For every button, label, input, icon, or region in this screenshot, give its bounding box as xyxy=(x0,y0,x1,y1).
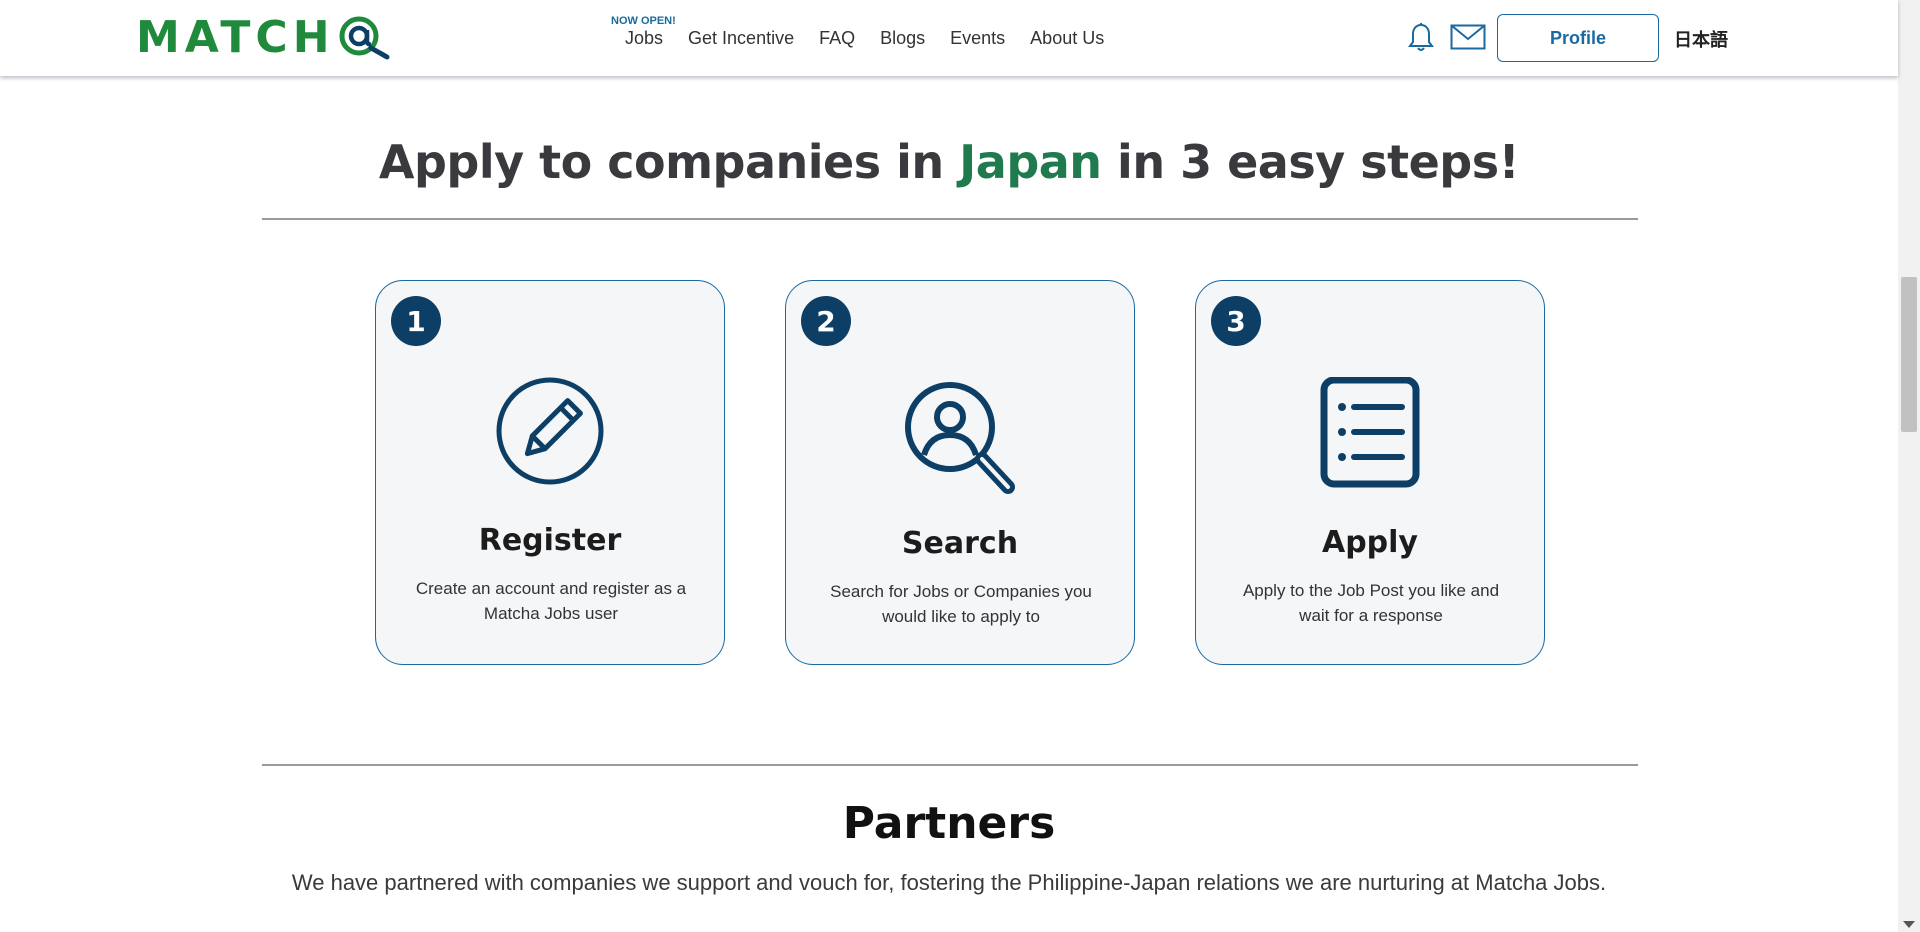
matcha-logo[interactable]: MATCH xyxy=(136,11,391,63)
nav-item-jobs[interactable]: NOW OPEN! Jobs xyxy=(611,15,676,49)
nav-item-get-incentive[interactable]: Get Incentive xyxy=(688,28,794,49)
nav-item-events[interactable]: Events xyxy=(950,28,1005,49)
section-divider xyxy=(262,764,1638,766)
step-description: Create an account and register as a Matc… xyxy=(415,579,687,623)
steps-title-before: Apply to companies in xyxy=(378,135,960,189)
step-title: Register xyxy=(478,523,622,558)
person-search-icon xyxy=(905,382,1015,494)
pencil-circle-icon xyxy=(496,377,604,485)
nav-item-faq[interactable]: FAQ xyxy=(819,28,855,49)
step-card-apply: 3 Apply Apply to the Job Post you like a… xyxy=(1195,280,1545,665)
step-title: Search xyxy=(901,526,1019,561)
page-scrollbar[interactable] xyxy=(1898,0,1920,932)
step-description: Search for Jobs or Companies you would l… xyxy=(830,582,1092,626)
steps-title: Apply to companies in Japan in 3 easy st… xyxy=(0,135,1898,189)
now-open-badge: NOW OPEN! xyxy=(611,14,676,27)
bell-icon[interactable] xyxy=(1408,22,1434,52)
step-number-badge: 2 xyxy=(801,296,851,346)
step-title: Apply xyxy=(1321,525,1418,560)
steps-title-highlight: Japan xyxy=(959,135,1102,189)
step-number-badge: 3 xyxy=(1211,296,1261,346)
nav-item-label: Jobs xyxy=(625,27,664,48)
nav-item-about-us[interactable]: About Us xyxy=(1030,28,1104,49)
section-divider xyxy=(262,218,1638,220)
header-icons xyxy=(1408,22,1486,52)
mail-icon[interactable] xyxy=(1450,24,1486,50)
step-number-badge: 1 xyxy=(391,296,441,346)
scroll-down-arrow-icon[interactable] xyxy=(1903,921,1915,928)
scrollbar-thumb[interactable] xyxy=(1901,277,1917,432)
nav-item-blogs[interactable]: Blogs xyxy=(880,28,925,49)
main-nav: NOW OPEN! Jobs Get Incentive FAQ Blogs E… xyxy=(611,0,1104,76)
list-document-icon xyxy=(1320,377,1420,488)
step-card-search: 2 Search Search for Jobs or Companies yo… xyxy=(785,280,1135,665)
profile-button[interactable]: Profile xyxy=(1497,14,1659,62)
logo-text: MATCH xyxy=(136,11,335,63)
partners-title: Partners xyxy=(842,798,1056,849)
partners-description: We have partnered with companies we supp… xyxy=(291,870,1607,895)
site-header: MATCH NOW OPEN! Jobs Get Incentive FAQ B… xyxy=(0,0,1898,76)
steps-title-after: in 3 easy steps! xyxy=(1101,135,1520,189)
step-description: Apply to the Job Post you like and wait … xyxy=(1242,581,1500,625)
logo-magnifier-at-icon xyxy=(339,16,390,60)
language-switch[interactable]: 日本語 xyxy=(1674,26,1728,52)
step-card-register: 1 Register Create an account and registe… xyxy=(375,280,725,665)
